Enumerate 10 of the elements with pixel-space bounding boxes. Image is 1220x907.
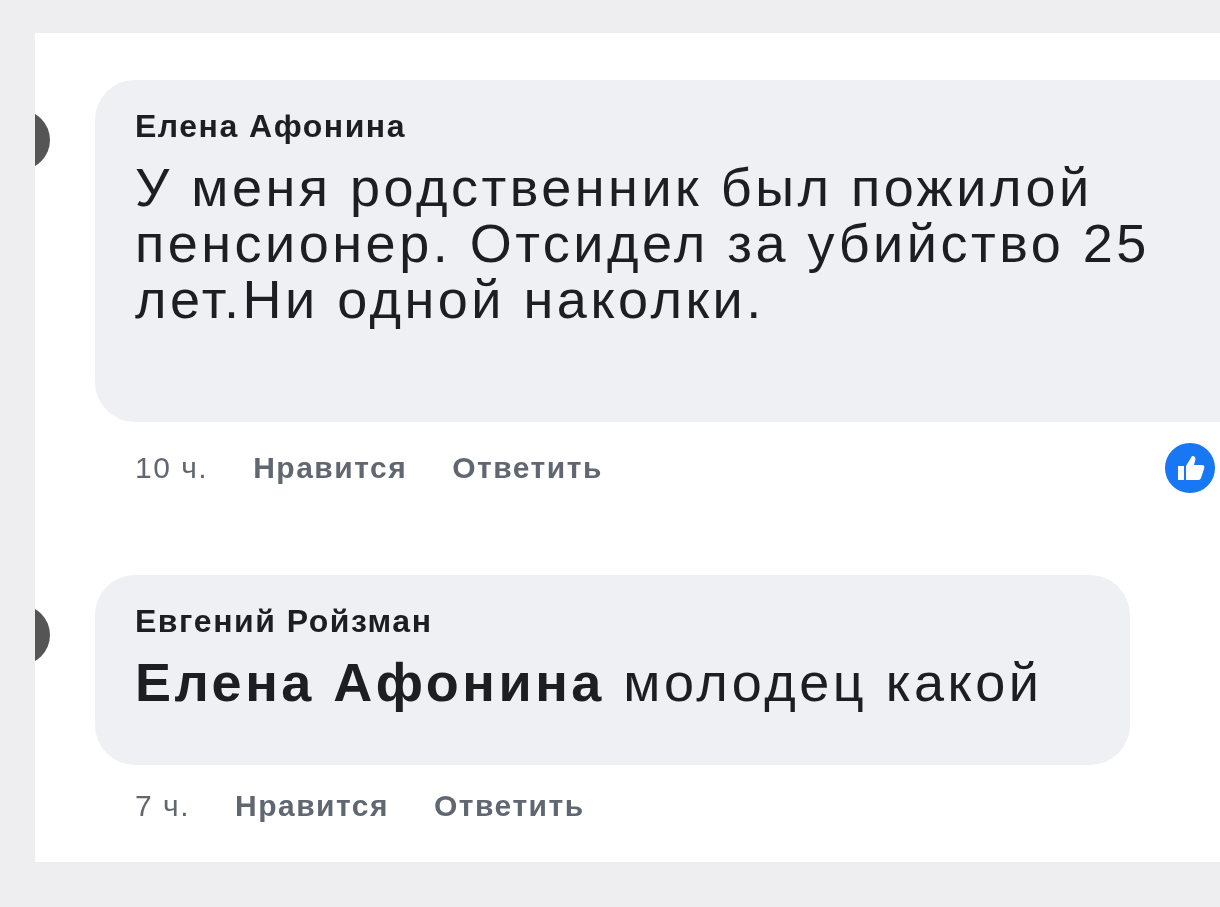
comment-text: У меня родственник был пожилой [135,159,1094,215]
action-link[interactable]: Ответить [434,789,585,823]
action-link[interactable]: Нравится [253,451,408,485]
author-name[interactable]: Елена Афонина [135,108,1220,145]
action-link[interactable]: Ответить [452,451,603,485]
comment-text: Елена Афонина молодец какой [135,654,1044,710]
comment-time[interactable]: 7 ч. [135,789,190,823]
author-name[interactable]: Евгений Ройзман [135,603,1090,640]
action-link[interactable]: Нравится [235,789,390,823]
comment-time[interactable]: 10 ч. [135,451,209,485]
